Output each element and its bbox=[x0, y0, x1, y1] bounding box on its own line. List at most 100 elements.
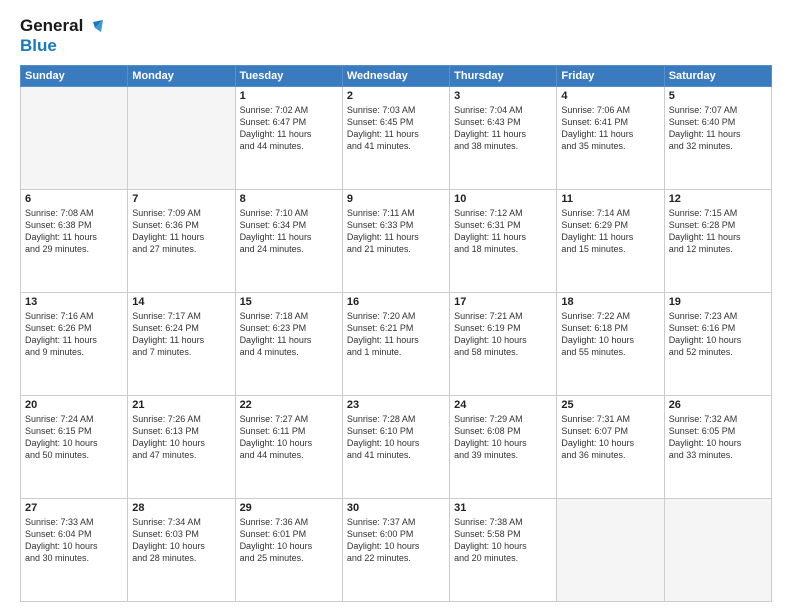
day-info: Sunrise: 7:38 AM Sunset: 5:58 PM Dayligh… bbox=[454, 516, 552, 565]
day-info: Sunrise: 7:20 AM Sunset: 6:21 PM Dayligh… bbox=[347, 310, 445, 359]
calendar-cell: 23Sunrise: 7:28 AM Sunset: 6:10 PM Dayli… bbox=[342, 395, 449, 498]
calendar-cell: 30 Sunrise: 7:37 AM Sunset: 6:00 PM Dayli… bbox=[342, 498, 449, 601]
day-number: 4 bbox=[561, 90, 659, 102]
calendar-cell: 19 Sunrise: 7:23 AM Sunset: 6:16 PM Dayli… bbox=[664, 292, 771, 395]
day-number: 24 bbox=[454, 399, 552, 411]
day-info: Sunrise: 7:27 AM Sunset: 6:11 PM Dayligh… bbox=[240, 413, 338, 462]
day-number: 3 bbox=[454, 90, 552, 102]
calendar-cell: 8Sunrise: 7:10 AM Sunset: 6:34 PM Daylig… bbox=[235, 189, 342, 292]
day-number: 7 bbox=[132, 193, 230, 205]
day-number: 22 bbox=[240, 399, 338, 411]
day-info: Sunrise: 7:23 AM Sunset: 6:16 PM Dayligh… bbox=[669, 310, 767, 359]
calendar-cell: 26 Sunrise: 7:32 AM Sunset: 6:05 PM Dayli… bbox=[664, 395, 771, 498]
day-info: Sunrise: 7:12 AM Sunset: 6:31 PM Dayligh… bbox=[454, 207, 552, 256]
calendar-header-sunday: Sunday bbox=[21, 65, 128, 86]
day-number: 6 bbox=[25, 193, 123, 205]
day-number: 10 bbox=[454, 193, 552, 205]
day-number: 29 bbox=[240, 502, 338, 514]
calendar-cell: 28Sunrise: 7:34 AM Sunset: 6:03 PM Dayli… bbox=[128, 498, 235, 601]
day-info: Sunrise: 7:18 AM Sunset: 6:23 PM Dayligh… bbox=[240, 310, 338, 359]
day-info: Sunrise: 7:33 AM Sunset: 6:04 PM Dayligh… bbox=[25, 516, 123, 565]
day-number: 16 bbox=[347, 296, 445, 308]
calendar-cell: 5Sunrise: 7:07 AM Sunset: 6:40 PM Daylig… bbox=[664, 86, 771, 189]
calendar-cell: 24 Sunrise: 7:29 AM Sunset: 6:08 PM Dayli… bbox=[450, 395, 557, 498]
calendar-cell: 17Sunrise: 7:21 AM Sunset: 6:19 PM Dayli… bbox=[450, 292, 557, 395]
calendar-cell: 31Sunrise: 7:38 AM Sunset: 5:58 PM Dayli… bbox=[450, 498, 557, 601]
day-number: 27 bbox=[25, 502, 123, 514]
day-info: Sunrise: 7:37 AM Sunset: 6:00 PM Dayligh… bbox=[347, 516, 445, 565]
day-info: Sunrise: 7:36 AM Sunset: 6:01 PM Dayligh… bbox=[240, 516, 338, 565]
day-number: 30 bbox=[347, 502, 445, 514]
day-info: Sunrise: 7:03 AM Sunset: 6:45 PM Dayligh… bbox=[347, 104, 445, 153]
day-info: Sunrise: 7:22 AM Sunset: 6:18 PM Dayligh… bbox=[561, 310, 659, 359]
calendar-week-1: 1 Sunrise: 7:02 AM Sunset: 6:47 PM Daylig… bbox=[21, 86, 772, 189]
day-number: 2 bbox=[347, 90, 445, 102]
day-info: Sunrise: 7:31 AM Sunset: 6:07 PM Dayligh… bbox=[561, 413, 659, 462]
day-number: 23 bbox=[347, 399, 445, 411]
logo-wordmark: General Blue bbox=[20, 16, 103, 57]
day-info: Sunrise: 7:10 AM Sunset: 6:34 PM Dayligh… bbox=[240, 207, 338, 256]
day-number: 20 bbox=[25, 399, 123, 411]
calendar-header-thursday: Thursday bbox=[450, 65, 557, 86]
day-number: 18 bbox=[561, 296, 659, 308]
calendar-cell bbox=[128, 86, 235, 189]
calendar-cell: 12 Sunrise: 7:15 AM Sunset: 6:28 PM Dayli… bbox=[664, 189, 771, 292]
day-number: 9 bbox=[347, 193, 445, 205]
day-number: 26 bbox=[669, 399, 767, 411]
calendar-cell: 4 Sunrise: 7:06 AM Sunset: 6:41 PM Daylig… bbox=[557, 86, 664, 189]
calendar-header-tuesday: Tuesday bbox=[235, 65, 342, 86]
day-number: 14 bbox=[132, 296, 230, 308]
calendar-cell: 22 Sunrise: 7:27 AM Sunset: 6:11 PM Dayli… bbox=[235, 395, 342, 498]
page-header: General Blue bbox=[20, 16, 772, 57]
day-info: Sunrise: 7:34 AM Sunset: 6:03 PM Dayligh… bbox=[132, 516, 230, 565]
day-info: Sunrise: 7:32 AM Sunset: 6:05 PM Dayligh… bbox=[669, 413, 767, 462]
day-info: Sunrise: 7:14 AM Sunset: 6:29 PM Dayligh… bbox=[561, 207, 659, 256]
calendar-cell: 29 Sunrise: 7:36 AM Sunset: 6:01 PM Dayli… bbox=[235, 498, 342, 601]
day-number: 11 bbox=[561, 193, 659, 205]
calendar-cell: 21 Sunrise: 7:26 AM Sunset: 6:13 PM Dayli… bbox=[128, 395, 235, 498]
calendar-cell bbox=[21, 86, 128, 189]
day-info: Sunrise: 7:04 AM Sunset: 6:43 PM Dayligh… bbox=[454, 104, 552, 153]
calendar-cell: 13Sunrise: 7:16 AM Sunset: 6:26 PM Dayli… bbox=[21, 292, 128, 395]
calendar-cell: 18 Sunrise: 7:22 AM Sunset: 6:18 PM Dayli… bbox=[557, 292, 664, 395]
day-number: 1 bbox=[240, 90, 338, 102]
day-info: Sunrise: 7:15 AM Sunset: 6:28 PM Dayligh… bbox=[669, 207, 767, 256]
calendar-cell: 9 Sunrise: 7:11 AM Sunset: 6:33 PM Daylig… bbox=[342, 189, 449, 292]
day-number: 19 bbox=[669, 296, 767, 308]
day-info: Sunrise: 7:11 AM Sunset: 6:33 PM Dayligh… bbox=[347, 207, 445, 256]
calendar-cell: 11 Sunrise: 7:14 AM Sunset: 6:29 PM Dayli… bbox=[557, 189, 664, 292]
day-number: 15 bbox=[240, 296, 338, 308]
calendar-cell: 16 Sunrise: 7:20 AM Sunset: 6:21 PM Dayli… bbox=[342, 292, 449, 395]
day-number: 25 bbox=[561, 399, 659, 411]
calendar-cell: 10 Sunrise: 7:12 AM Sunset: 6:31 PM Dayli… bbox=[450, 189, 557, 292]
calendar-header-friday: Friday bbox=[557, 65, 664, 86]
calendar-week-3: 13Sunrise: 7:16 AM Sunset: 6:26 PM Dayli… bbox=[21, 292, 772, 395]
day-info: Sunrise: 7:16 AM Sunset: 6:26 PM Dayligh… bbox=[25, 310, 123, 359]
calendar-header-row: SundayMondayTuesdayWednesdayThursdayFrid… bbox=[21, 65, 772, 86]
calendar-cell: 3 Sunrise: 7:04 AM Sunset: 6:43 PM Daylig… bbox=[450, 86, 557, 189]
calendar-header-saturday: Saturday bbox=[664, 65, 771, 86]
calendar-week-5: 27 Sunrise: 7:33 AM Sunset: 6:04 PM Dayli… bbox=[21, 498, 772, 601]
calendar-header-monday: Monday bbox=[128, 65, 235, 86]
calendar-cell bbox=[664, 498, 771, 601]
day-info: Sunrise: 7:24 AM Sunset: 6:15 PM Dayligh… bbox=[25, 413, 123, 462]
day-info: Sunrise: 7:09 AM Sunset: 6:36 PM Dayligh… bbox=[132, 207, 230, 256]
calendar-week-2: 6 Sunrise: 7:08 AM Sunset: 6:38 PM Daylig… bbox=[21, 189, 772, 292]
day-info: Sunrise: 7:29 AM Sunset: 6:08 PM Dayligh… bbox=[454, 413, 552, 462]
day-info: Sunrise: 7:08 AM Sunset: 6:38 PM Dayligh… bbox=[25, 207, 123, 256]
day-number: 21 bbox=[132, 399, 230, 411]
calendar-cell: 7 Sunrise: 7:09 AM Sunset: 6:36 PM Daylig… bbox=[128, 189, 235, 292]
day-number: 17 bbox=[454, 296, 552, 308]
day-number: 5 bbox=[669, 90, 767, 102]
day-info: Sunrise: 7:06 AM Sunset: 6:41 PM Dayligh… bbox=[561, 104, 659, 153]
calendar-header-wednesday: Wednesday bbox=[342, 65, 449, 86]
calendar-week-4: 20 Sunrise: 7:24 AM Sunset: 6:15 PM Dayli… bbox=[21, 395, 772, 498]
calendar-cell bbox=[557, 498, 664, 601]
day-info: Sunrise: 7:02 AM Sunset: 6:47 PM Dayligh… bbox=[240, 104, 338, 153]
calendar-cell: 25 Sunrise: 7:31 AM Sunset: 6:07 PM Dayli… bbox=[557, 395, 664, 498]
calendar-cell: 6 Sunrise: 7:08 AM Sunset: 6:38 PM Daylig… bbox=[21, 189, 128, 292]
day-info: Sunrise: 7:17 AM Sunset: 6:24 PM Dayligh… bbox=[132, 310, 230, 359]
calendar-cell: 27 Sunrise: 7:33 AM Sunset: 6:04 PM Dayli… bbox=[21, 498, 128, 601]
day-info: Sunrise: 7:26 AM Sunset: 6:13 PM Dayligh… bbox=[132, 413, 230, 462]
day-number: 12 bbox=[669, 193, 767, 205]
